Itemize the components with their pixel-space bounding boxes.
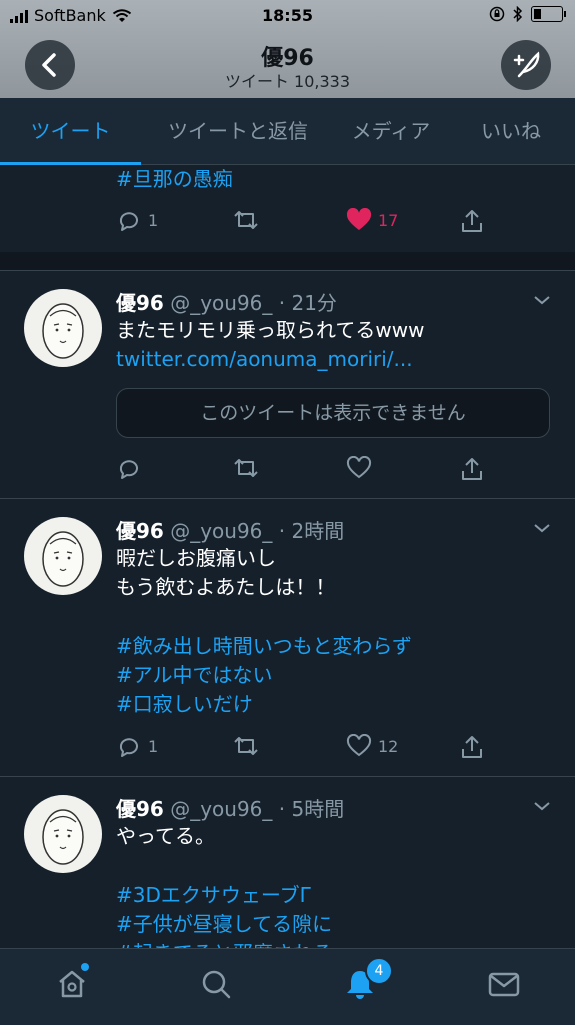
tweet-time: · 5時間 [278, 797, 345, 821]
reply-icon [119, 212, 138, 231]
orientation-lock-icon [489, 6, 505, 22]
tweet-hashtag[interactable]: #子供が昼寝してる隙に [116, 910, 332, 939]
user-name[interactable]: 優96 [116, 519, 164, 543]
search-icon [202, 970, 231, 999]
heart-filled-icon [346, 208, 372, 230]
profile-tabs: ツイート ツイートと返信 メディア いいね [0, 98, 575, 165]
reply-icon [119, 460, 138, 479]
status-bar: SoftBank 18:55 [0, 0, 575, 34]
heart-icon [346, 456, 372, 479]
retweet-button[interactable] [232, 734, 260, 758]
tweet-time: · 21分 [278, 291, 337, 315]
tweet-header: 優96 @_you96_ · 21分 [116, 287, 337, 316]
tweet-item[interactable]: 優96 @_you96_ · 2時間 暇だしお腹痛いし もう飲むよあたしは！！ … [0, 499, 575, 777]
tweet-item[interactable]: 優96 @_you96_ · 5時間 やってる。 #3DエクサウェーブГ #子供… [0, 777, 575, 948]
avatar[interactable] [24, 289, 102, 367]
status-right [489, 6, 566, 22]
user-name[interactable]: 優96 [116, 291, 164, 315]
user-handle[interactable]: @_you96_ [170, 291, 272, 315]
messages-icon [488, 972, 520, 997]
tab-tweets-replies[interactable]: ツイートと返信 [141, 98, 335, 164]
retweet-button[interactable] [232, 208, 260, 232]
share-button[interactable] [460, 734, 484, 760]
tweet-header: 優96 @_you96_ · 5時間 [116, 793, 344, 822]
tweet-hashtag[interactable]: #起きてると邪魔される [116, 939, 333, 948]
tweet-time: · 2時間 [278, 519, 345, 543]
retweet-icon [234, 459, 258, 477]
like-count: 17 [378, 210, 399, 230]
heart-icon [346, 734, 372, 757]
share-icon [462, 736, 482, 758]
unavailable-quote[interactable]: このツイートは表示できません [116, 388, 550, 438]
retweet-button[interactable] [232, 456, 260, 480]
tab-likes[interactable]: いいね [447, 98, 575, 164]
share-icon [462, 210, 482, 232]
nav-search[interactable] [199, 967, 233, 1005]
share-button[interactable] [460, 208, 484, 234]
retweet-icon [234, 211, 258, 229]
user-handle[interactable]: @_you96_ [170, 797, 272, 821]
reply-button[interactable]: 1 [116, 734, 158, 758]
tweet-feed[interactable]: #旦那の愚痴 1 17 優96 @_you96_ · 21分 またモリモリ乗っ取… [0, 165, 575, 948]
reply-count: 1 [148, 736, 159, 756]
avatar-face-illustration [42, 303, 84, 359]
reply-button[interactable] [116, 456, 142, 480]
tweet-count: ツイート 10,333 [224, 72, 351, 91]
user-name[interactable]: 優96 [116, 797, 164, 821]
notification-badge: 4 [365, 957, 393, 985]
chevron-down-icon [534, 524, 550, 533]
battery-icon [531, 6, 566, 22]
tweet-hashtag[interactable]: #アル中ではない [116, 661, 273, 690]
like-count: 12 [378, 736, 399, 756]
new-tweets-dot [81, 963, 89, 971]
tweet-text-line: 暇だしお腹痛いし [116, 546, 276, 570]
avatar-face-illustration [42, 809, 84, 865]
tab-media[interactable]: メディア [335, 98, 447, 164]
compose-button[interactable] [501, 40, 551, 90]
share-button[interactable] [460, 456, 484, 482]
bottom-navigation: 4 [0, 948, 575, 1025]
tweet-menu-button[interactable] [533, 519, 551, 538]
user-handle[interactable]: @_you96_ [170, 519, 272, 543]
tab-tweets[interactable]: ツイート [0, 98, 141, 164]
retweet-icon [234, 737, 258, 755]
tweet-actions: 1 12 [116, 734, 496, 764]
like-button[interactable]: 17 [346, 208, 398, 232]
tweet-text-line: もう飲むよあたしは！！ [116, 575, 336, 599]
chevron-down-icon [534, 296, 550, 305]
reply-count: 1 [148, 210, 159, 230]
reply-button[interactable]: 1 [116, 208, 158, 232]
reply-icon [119, 738, 138, 757]
home-icon [59, 970, 85, 998]
tweet-text: またモリモリ乗っ取られてるwww [116, 318, 425, 342]
profile-header: SoftBank 18:55 優96 ツイート 10,333 [0, 0, 575, 98]
compose-feather-icon [513, 51, 540, 78]
bluetooth-icon [513, 6, 523, 22]
like-button[interactable]: 12 [346, 734, 398, 758]
tweet-menu-button[interactable] [533, 797, 551, 816]
tweet-text: やってる。 [116, 824, 215, 848]
tweet-actions: 1 17 [116, 208, 496, 238]
nav-notifications[interactable]: 4 [343, 957, 393, 1005]
tweet-actions [116, 456, 496, 486]
nav-messages[interactable] [487, 967, 521, 1005]
tweet-header: 優96 @_you96_ · 2時間 [116, 515, 344, 544]
tweet-hashtag[interactable]: #旦那の愚痴 [116, 165, 233, 194]
avatar[interactable] [24, 517, 102, 595]
tweet-link[interactable]: twitter.com/aonuma_moriri/... [116, 345, 413, 374]
tweet-item[interactable]: 優96 @_you96_ · 21分 またモリモリ乗っ取られてるwww twit… [0, 271, 575, 499]
feed-separator [0, 252, 575, 271]
avatar-face-illustration [42, 531, 84, 587]
tweet-hashtag[interactable]: #3DエクサウェーブГ [116, 881, 312, 910]
nav-home[interactable] [55, 963, 89, 1005]
tweet-menu-button[interactable] [533, 291, 551, 310]
avatar[interactable] [24, 795, 102, 873]
like-button[interactable] [346, 456, 372, 480]
tweet-partial[interactable]: #旦那の愚痴 1 17 [0, 165, 575, 251]
tweet-hashtag[interactable]: #飲み出し時間いつもと変わらず [116, 632, 412, 661]
share-icon [462, 458, 482, 480]
chevron-down-icon [534, 802, 550, 811]
tweet-hashtag[interactable]: #口寂しいだけ [116, 690, 253, 719]
